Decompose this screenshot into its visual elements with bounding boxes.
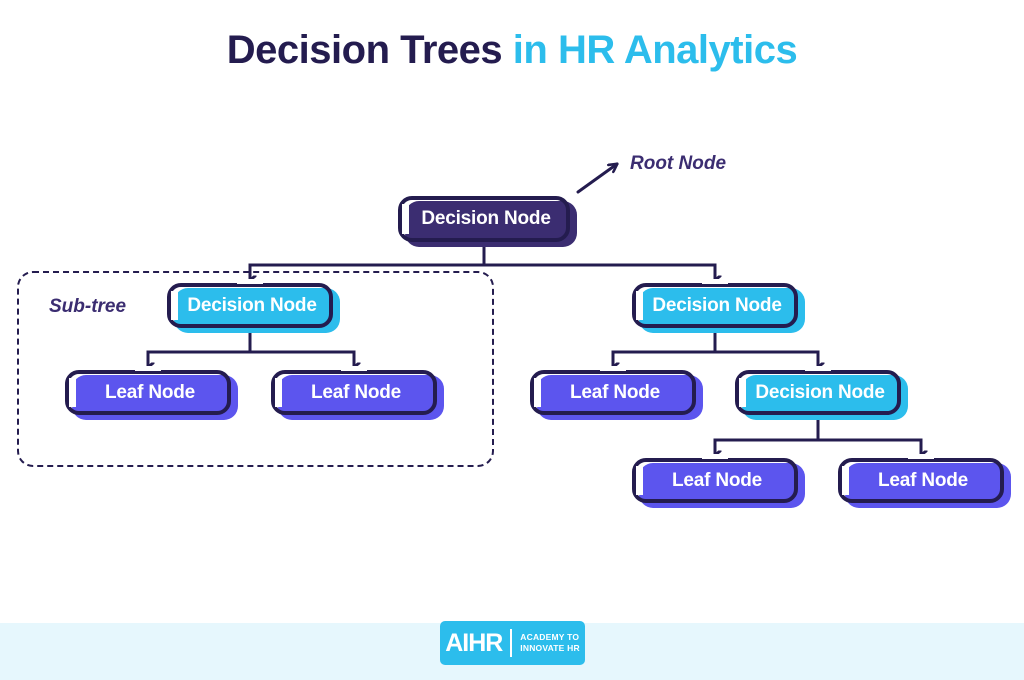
- node-label: Leaf Node: [104, 381, 196, 403]
- node-label: Decision Node: [187, 294, 317, 316]
- edge-d-rr-to-l-rrl: [713, 418, 820, 455]
- tree-node-d-r[interactable]: Decision Node: [632, 279, 805, 333]
- tree-node-root[interactable]: Decision Node: [398, 196, 577, 247]
- root-node-callout-label: Root Node: [630, 153, 727, 174]
- edge-root-to-d-l: [248, 245, 486, 280]
- tree-node-l-lr[interactable]: Leaf Node: [271, 366, 444, 420]
- tree-node-l-rl[interactable]: Leaf Node: [530, 366, 703, 420]
- tree-node-l-rrl[interactable]: Leaf Node: [632, 454, 805, 508]
- logo-tagline-line2: INNOVATE HR: [520, 643, 580, 653]
- edge-root-to-d-r: [482, 245, 715, 280]
- edge-d-rr-to-l-rrr: [816, 418, 921, 455]
- tree-node-d-rr[interactable]: Decision Node: [735, 366, 908, 420]
- node-label: Leaf Node: [569, 381, 661, 403]
- logo-tagline: ACADEMY TO INNOVATE HR: [520, 632, 580, 654]
- edge-d-l-to-l-lr: [248, 331, 354, 367]
- logo-wordmark: AIHR: [445, 628, 503, 657]
- root-node-callout-arrow: [576, 164, 617, 194]
- edge-d-l-to-l-ll: [146, 331, 252, 367]
- node-label: Decision Node: [755, 381, 885, 403]
- tree-connectors: [146, 0, 1024, 620]
- node-label: Leaf Node: [671, 469, 763, 491]
- node-label: Leaf Node: [877, 469, 969, 491]
- logo-divider: [510, 629, 513, 657]
- tree-node-l-rrr[interactable]: Leaf Node: [838, 454, 1011, 508]
- node-label: Decision Node: [421, 208, 551, 229]
- tree-node-l-ll[interactable]: Leaf Node: [65, 366, 238, 420]
- node-label: Decision Node: [652, 294, 782, 316]
- decision-tree-diagram: Sub-tree Decision Node Decision Node Decis…: [0, 0, 1024, 620]
- node-label: Leaf Node: [310, 381, 402, 403]
- tree-node-d-l[interactable]: Decision Node: [167, 279, 340, 333]
- edge-d-r-to-l-rl: [611, 331, 717, 367]
- aihr-logo: AIHR ACADEMY TO INNOVATE HR: [440, 621, 585, 665]
- edge-d-r-to-d-rr: [713, 331, 818, 367]
- logo-tagline-line1: ACADEMY TO: [520, 632, 580, 642]
